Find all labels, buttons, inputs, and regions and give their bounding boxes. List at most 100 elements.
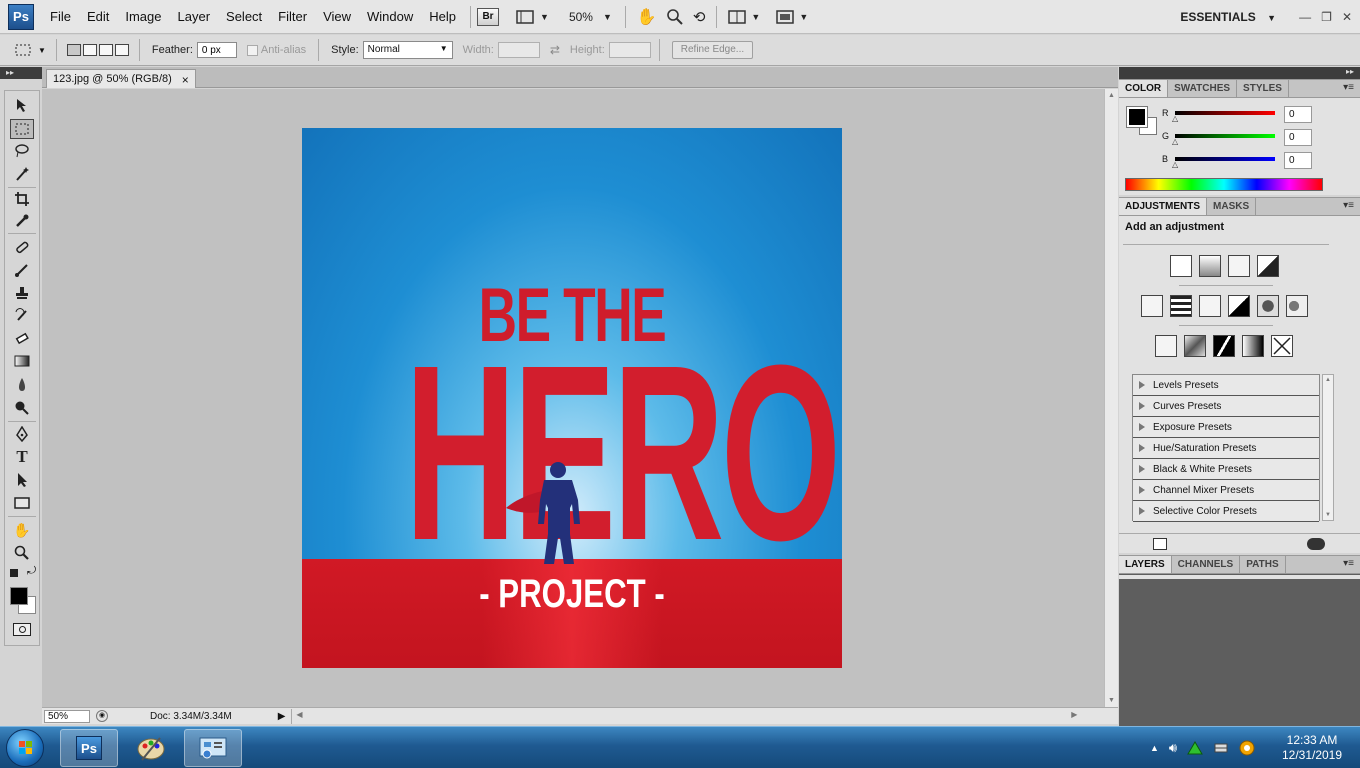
- blur-tool-icon[interactable]: [10, 375, 34, 395]
- preset-black-white[interactable]: Black & White Presets: [1133, 459, 1319, 480]
- panel-menu-icon[interactable]: ▾≡: [1343, 200, 1354, 211]
- restore-icon[interactable]: ❐: [1321, 0, 1332, 34]
- eraser-tool-icon[interactable]: [10, 328, 34, 348]
- vibrance-icon[interactable]: [1141, 295, 1163, 317]
- taskbar-photoshop-button[interactable]: Ps: [60, 729, 118, 767]
- width-input[interactable]: [497, 42, 540, 58]
- menu-select[interactable]: Select: [218, 0, 270, 34]
- scroll-down-icon[interactable]: ▼: [1108, 697, 1115, 704]
- new-selection-icon[interactable]: [66, 44, 81, 56]
- scroll-up-icon[interactable]: ▲: [1108, 92, 1115, 99]
- menu-file[interactable]: File: [42, 0, 79, 34]
- network-icon[interactable]: [1187, 740, 1203, 756]
- photo-filter-icon[interactable]: [1257, 295, 1279, 317]
- rectangle-shape-tool-icon[interactable]: [10, 493, 34, 513]
- pen-tool-icon[interactable]: [10, 424, 34, 444]
- menu-help[interactable]: Help: [421, 0, 464, 34]
- selective-color-icon[interactable]: [1271, 335, 1293, 357]
- horizontal-scrollbar[interactable]: ◀ ▶: [291, 708, 1081, 724]
- history-brush-tool-icon[interactable]: [10, 305, 34, 325]
- levels-icon[interactable]: [1199, 255, 1221, 277]
- eyedropper-tool-icon[interactable]: [10, 211, 34, 231]
- bridge-button[interactable]: Br: [477, 7, 500, 26]
- tab-paths[interactable]: PATHS: [1240, 556, 1286, 573]
- close-icon[interactable]: ✕: [1342, 0, 1352, 34]
- swap-dimensions-icon[interactable]: ⇄: [550, 43, 560, 57]
- height-input[interactable]: [608, 42, 651, 58]
- red-slider[interactable]: R △ 0: [1159, 106, 1359, 130]
- dodge-tool-icon[interactable]: [10, 398, 34, 418]
- tray-app-icon[interactable]: [1239, 740, 1255, 756]
- swap-colors-icon[interactable]: ⤾: [27, 565, 36, 578]
- exposure-icon[interactable]: [1257, 255, 1279, 277]
- refine-edge-button[interactable]: Refine Edge...: [671, 41, 754, 59]
- gradient-map-icon[interactable]: [1242, 335, 1264, 357]
- preset-curves[interactable]: Curves Presets: [1133, 396, 1319, 417]
- gradient-tool-icon[interactable]: [10, 351, 34, 371]
- volume-icon[interactable]: 🔊︎: [1169, 740, 1177, 756]
- red-value[interactable]: 0: [1284, 106, 1312, 123]
- start-button[interactable]: [6, 729, 44, 767]
- minimize-icon[interactable]: —: [1299, 0, 1311, 34]
- clone-stamp-tool-icon[interactable]: [10, 283, 34, 303]
- rectangular-marquee-tool-icon[interactable]: [10, 119, 34, 139]
- default-colors-icon[interactable]: [10, 569, 18, 577]
- screen-mode-button[interactable]: ▼: [771, 9, 813, 24]
- status-info-icon[interactable]: ◉: [96, 710, 108, 722]
- tab-masks[interactable]: MASKS: [1207, 198, 1257, 215]
- menu-edit[interactable]: Edit: [79, 0, 117, 34]
- clip-to-layer-icon[interactable]: [1307, 538, 1325, 550]
- tray-tools-icon[interactable]: [1213, 740, 1229, 756]
- panel-menu-icon[interactable]: ▾≡: [1343, 558, 1354, 569]
- crop-tool-icon[interactable]: [10, 189, 34, 209]
- healing-brush-tool-icon[interactable]: [10, 237, 34, 257]
- lasso-tool-icon[interactable]: [10, 141, 34, 161]
- preset-selective-color[interactable]: Selective Color Presets: [1133, 501, 1319, 522]
- blue-slider[interactable]: B △ 0: [1159, 152, 1359, 176]
- tool-preset-picker[interactable]: ▼: [14, 43, 46, 57]
- close-tab-icon[interactable]: ×: [182, 73, 189, 87]
- panel-menu-icon[interactable]: ▾≡: [1343, 82, 1354, 93]
- hue-saturation-icon[interactable]: [1170, 295, 1192, 317]
- arrange-documents-button[interactable]: ▼: [723, 9, 765, 24]
- preset-exposure[interactable]: Exposure Presets: [1133, 417, 1319, 438]
- status-menu-arrow-icon[interactable]: ▶: [278, 711, 286, 722]
- canvas-area[interactable]: BE THE HERO - PROJECT -: [42, 89, 1104, 707]
- zoom-level-dropdown[interactable]: 50% ▼: [564, 10, 617, 24]
- tray-show-hidden-icon[interactable]: ▲: [1150, 743, 1159, 753]
- curves-icon[interactable]: [1228, 255, 1250, 277]
- presets-scrollbar[interactable]: ▲ ▼: [1322, 374, 1334, 521]
- taskbar-clock[interactable]: 12:33 AM 12/31/2019: [1272, 733, 1352, 763]
- channel-mixer-icon[interactable]: [1286, 295, 1308, 317]
- tab-channels[interactable]: CHANNELS: [1172, 556, 1241, 573]
- tab-adjustments[interactable]: ADJUSTMENTS: [1119, 198, 1208, 215]
- color-balance-icon[interactable]: [1199, 295, 1221, 317]
- brush-tool-icon[interactable]: [10, 260, 34, 280]
- taskbar-control-panel-button[interactable]: [184, 729, 242, 767]
- invert-icon[interactable]: [1155, 335, 1177, 357]
- vertical-scrollbar[interactable]: ▲ ▼: [1104, 89, 1118, 707]
- tab-swatches[interactable]: SWATCHES: [1168, 80, 1238, 97]
- zoom-tool-icon[interactable]: [10, 543, 34, 563]
- menu-filter[interactable]: Filter: [270, 0, 315, 34]
- feather-input[interactable]: [196, 42, 237, 58]
- return-to-list-icon[interactable]: [1153, 538, 1167, 550]
- move-tool-icon[interactable]: [10, 95, 34, 115]
- tab-color[interactable]: COLOR: [1119, 80, 1169, 97]
- preset-hue-saturation[interactable]: Hue/Saturation Presets: [1133, 438, 1319, 459]
- antialias-checkbox[interactable]: [246, 44, 258, 56]
- style-select[interactable]: Normal ▼: [362, 41, 453, 59]
- add-selection-icon[interactable]: [82, 44, 97, 56]
- magic-wand-tool-icon[interactable]: [10, 164, 34, 184]
- menu-window[interactable]: Window: [359, 0, 421, 34]
- green-slider[interactable]: G △ 0: [1159, 129, 1359, 153]
- document-tab[interactable]: 123.jpg @ 50% (RGB/8) ×: [46, 69, 196, 88]
- tab-styles[interactable]: STYLES: [1237, 80, 1289, 97]
- zoom-tool-icon[interactable]: [662, 8, 688, 25]
- preset-channel-mixer[interactable]: Channel Mixer Presets: [1133, 480, 1319, 501]
- color-fg-swatch[interactable]: [1126, 106, 1148, 128]
- black-white-icon[interactable]: [1228, 295, 1250, 317]
- green-value[interactable]: 0: [1284, 129, 1312, 146]
- tab-layers[interactable]: LAYERS: [1119, 556, 1172, 573]
- toolbar-collapse-icon[interactable]: ▸▸: [0, 67, 42, 79]
